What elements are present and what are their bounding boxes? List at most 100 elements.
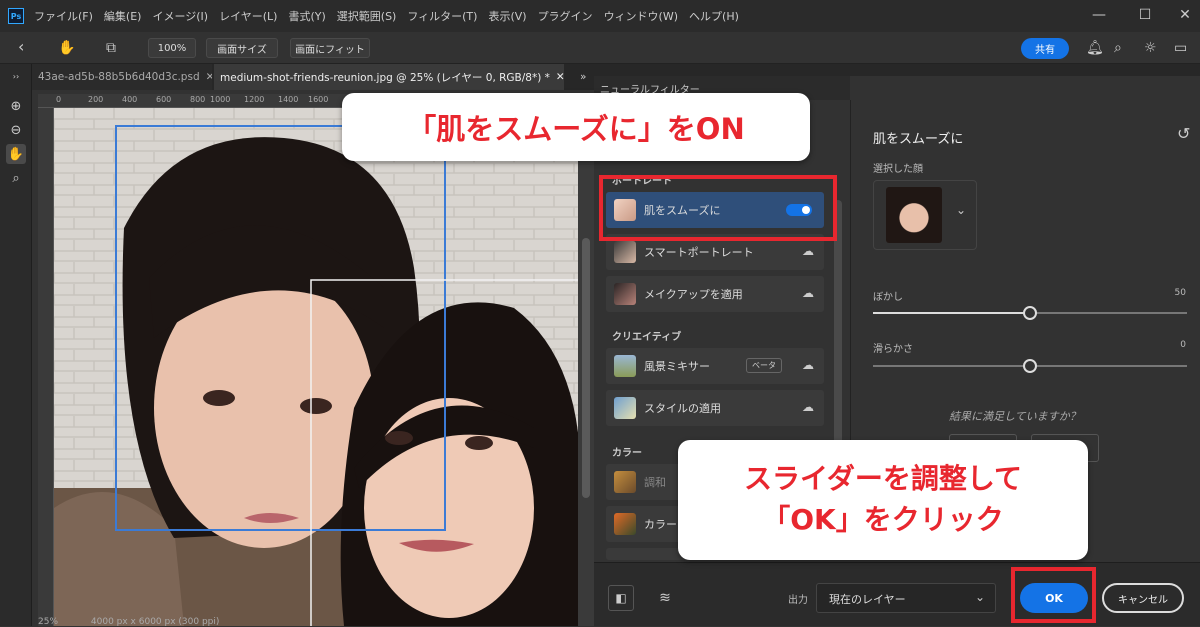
vertical-ruler — [38, 108, 54, 626]
menu-layer[interactable]: レイヤー(L) — [219, 8, 277, 24]
filter-landscape-mixer[interactable]: 風景ミキサー ベータ ☁ — [606, 348, 824, 384]
filter-thumbnail — [614, 397, 636, 419]
slider-fill — [873, 312, 1030, 314]
hand-tool-icon[interactable]: ✋ — [6, 144, 26, 164]
close-icon[interactable]: ✕ — [556, 71, 564, 83]
menu-edit[interactable]: 編集(E) — [104, 8, 142, 24]
callout-line-1: スライダーを調整して — [743, 462, 1023, 496]
menu-plugins[interactable]: プラグイン — [538, 8, 593, 24]
tab-psd[interactable]: 43ae-ad5b-88b5b6d40d3c.psd ✕ — [32, 64, 212, 90]
scrollbar-thumb[interactable] — [582, 238, 590, 498]
ruler-tick: 1600 — [308, 95, 329, 104]
ruler-tick: 800 — [190, 95, 206, 104]
bell-icon[interactable]: 🔔︎ — [1086, 40, 1104, 56]
tab-active[interactable]: medium-shot-friends-reunion.jpg @ 25% (レ… — [214, 64, 564, 90]
back-icon[interactable]: ‹ — [18, 37, 24, 56]
close-icon[interactable]: ✕ — [1170, 4, 1200, 26]
document-canvas[interactable] — [54, 108, 578, 626]
highlight-skin-filter — [599, 175, 837, 241]
section-creative: クリエイティブ — [612, 332, 682, 343]
menu-window[interactable]: ウィンドウ(W) — [604, 8, 678, 24]
filter-label: 調和 — [644, 476, 666, 489]
cloud-download-icon[interactable]: ☁ — [802, 244, 814, 258]
tabs-overflow-icon[interactable]: » — [574, 64, 594, 90]
cancel-button[interactable]: キャンセル — [1102, 583, 1184, 613]
filter-label: スマートポートレート — [644, 246, 754, 259]
filter-makeup-transfer[interactable]: メイクアップを適用 ☁ — [606, 276, 824, 312]
layers-icon[interactable]: ≋ — [652, 585, 678, 611]
slider-knob[interactable] — [1023, 306, 1037, 320]
blur-label: ぼかし — [873, 292, 903, 303]
discover-icon[interactable]: ☼ — [1144, 40, 1157, 56]
smoothness-slider[interactable] — [873, 359, 1187, 373]
output-value: 現在のレイヤー — [829, 593, 906, 606]
zoom-tool-icon[interactable]: ⌕ — [6, 168, 26, 188]
menu-view[interactable]: 表示(V) — [488, 8, 526, 24]
filter-thumbnail — [614, 241, 636, 263]
zoom-out-icon[interactable]: ⊖ — [6, 120, 26, 140]
hand-tool-icon[interactable]: ✋ — [58, 40, 75, 56]
share-button[interactable]: 共有 — [1021, 38, 1069, 59]
filter-label: メイクアップを適用 — [644, 288, 743, 301]
zoom-100-button[interactable]: 100% — [148, 38, 196, 58]
scroll-all-windows-icon[interactable]: ⧉ — [106, 40, 116, 56]
tools-panel: ›› ⊕ ⊖ ✋ ⌕ — [0, 64, 32, 626]
slider-knob[interactable] — [1023, 359, 1037, 373]
tab-psd-label: 43ae-ad5b-88b5b6d40d3c.psd — [38, 71, 200, 83]
filter-style-transfer[interactable]: スタイルの適用 ☁ — [606, 390, 824, 426]
options-bar: ‹ ✋ ⧉ 100% 画面サイズ 画面にフィット 共有 🔔︎ ⌕ ☼ ▭ — [0, 32, 1200, 64]
callout-adjust-ok: スライダーを調整して 「OK」をクリック — [678, 440, 1088, 560]
collapse-icon[interactable]: ›› — [6, 66, 26, 86]
menu-file[interactable]: ファイル(F) — [34, 8, 93, 24]
reset-icon[interactable]: ↺ — [1177, 124, 1190, 143]
menu-type[interactable]: 書式(Y) — [288, 8, 325, 24]
filter-thumbnail — [614, 513, 636, 535]
face-selector[interactable]: ⌄ — [873, 180, 977, 250]
selected-face-label: 選択した顔 — [873, 164, 923, 175]
beta-badge: ベータ — [746, 358, 782, 373]
zoom-in-icon[interactable]: ⊕ — [6, 96, 26, 116]
blur-slider[interactable] — [873, 306, 1187, 320]
workspace-icon[interactable]: ▭ — [1174, 40, 1187, 56]
cloud-download-icon[interactable]: ☁ — [802, 286, 814, 300]
smoothness-label: 滑らかさ — [873, 344, 913, 355]
cloud-download-icon[interactable]: ☁ — [802, 400, 814, 414]
compare-icon[interactable]: ◧ — [608, 585, 634, 611]
filter-label: 風景ミキサー — [644, 360, 710, 373]
chevron-down-icon[interactable]: ⌄ — [956, 203, 966, 217]
menu-select[interactable]: 選択範囲(S) — [337, 8, 397, 24]
menu-filter[interactable]: フィルター(T) — [407, 8, 477, 24]
ruler-tick: 0 — [56, 95, 62, 104]
filter-thumbnail — [614, 283, 636, 305]
ruler-tick: 1400 — [278, 95, 299, 104]
maximize-icon[interactable]: ☐ — [1130, 4, 1160, 26]
menu-help[interactable]: ヘルプ(H) — [689, 8, 739, 24]
close-icon[interactable]: ✕ — [206, 71, 212, 83]
output-select[interactable]: 現在のレイヤー ⌄ — [816, 583, 996, 613]
callout-turn-on: 「肌をスムーズに」をON — [342, 93, 810, 161]
filter-label: スタイルの適用 — [644, 402, 721, 415]
fit-screen-button[interactable]: 画面サイズ — [206, 38, 278, 58]
face-thumbnail — [886, 187, 942, 243]
photoshop-logo: Ps — [8, 8, 24, 24]
search-icon[interactable]: ⌕ — [1114, 40, 1122, 56]
ruler-tick: 400 — [122, 95, 138, 104]
highlight-ok-button — [1011, 567, 1096, 623]
fit-window-button[interactable]: 画面にフィット — [290, 38, 370, 58]
filter-thumbnail — [614, 355, 636, 377]
document-tabs: 43ae-ad5b-88b5b6d40d3c.psd ✕ medium-shot… — [32, 64, 594, 90]
ruler-tick: 600 — [156, 95, 172, 104]
minimize-icon[interactable]: — — [1084, 4, 1114, 26]
ruler-tick: 1200 — [244, 95, 265, 104]
vertical-scrollbar[interactable] — [578, 108, 594, 626]
portrait-photo — [54, 108, 578, 626]
section-color: カラー — [612, 448, 642, 459]
chevron-down-icon: ⌄ — [974, 590, 985, 604]
menu-image[interactable]: イメージ(I) — [152, 8, 208, 24]
filter-thumbnail — [614, 471, 636, 493]
neural-filter-footer: ◧ ≋ 出力 現在のレイヤー ⌄ OK キャンセル — [594, 562, 1200, 626]
blur-value: 50 — [1174, 288, 1186, 298]
cloud-download-icon[interactable]: ☁ — [802, 358, 814, 372]
ruler-tick: 1000 — [210, 95, 231, 104]
ruler-tick: 200 — [88, 95, 104, 104]
